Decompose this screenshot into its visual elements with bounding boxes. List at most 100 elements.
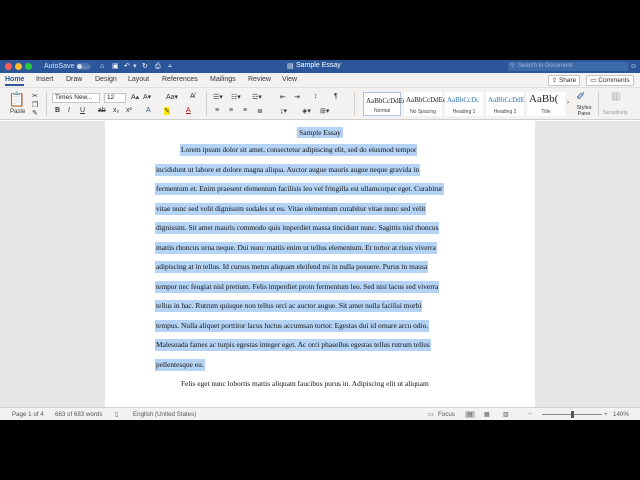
text-line[interactable]: Felis eget nunc lobortis mattis aliquam … — [180, 378, 430, 390]
clipboard-icon[interactable]: 📋 — [8, 91, 25, 108]
tab-mailings[interactable]: Mailings — [210, 76, 236, 83]
undo-icon[interactable]: ↶ — [124, 62, 130, 71]
justify-icon[interactable]: ≣ — [257, 107, 263, 115]
line-spacing-icon[interactable]: ↨▾ — [280, 107, 287, 115]
align-center-icon[interactable]: ≡ — [229, 107, 233, 114]
style-heading-1[interactable]: AaBbCcDc Heading 1 — [445, 92, 483, 116]
format-painter-icon[interactable]: ✎ — [32, 109, 38, 117]
text-line[interactable]: incididunt ut labore et dolore magna ali… — [155, 163, 421, 176]
numbering-icon[interactable]: ☷▾ — [231, 93, 241, 101]
search-input[interactable]: ⚲ Search in Document — [508, 62, 628, 71]
strikethrough-icon[interactable]: ab — [98, 107, 106, 114]
tab-references[interactable]: References — [162, 76, 198, 83]
text-line[interactable]: mattis rhoncus urna neque. Dui nunc matt… — [155, 241, 437, 254]
sensitivity-label[interactable]: Sensitivity — [603, 110, 628, 116]
text-line[interactable]: adipiscing at in tellus. Id cursus metus… — [155, 261, 429, 273]
document-page[interactable]: Sample Essay Lorem ipsum dolor sit amet,… — [105, 121, 535, 407]
zoom-slider-thumb[interactable] — [571, 411, 574, 418]
customize-toolbar-icon[interactable]: ⩡ — [168, 62, 172, 71]
zoom-out-icon[interactable]: − — [528, 411, 532, 418]
style-sample: AaBbCcDdE — [488, 96, 525, 104]
clear-formatting-icon[interactable]: A̸ — [190, 93, 195, 100]
sort-icon[interactable]: ↕ — [314, 93, 318, 100]
text-line[interactable]: dignissim. Sit amet mauris commodo quis … — [155, 222, 440, 234]
change-case-icon[interactable]: Aa▾ — [166, 93, 178, 101]
italic-icon[interactable]: I — [68, 107, 70, 114]
sensitivity-icon[interactable]: ▥ — [611, 91, 620, 102]
borders-icon[interactable]: ⊞▾ — [320, 107, 329, 115]
decrease-indent-icon[interactable]: ⇤ — [280, 93, 286, 101]
text-effects-icon[interactable]: A — [146, 107, 151, 114]
share-button[interactable]: ⇪ Share — [548, 75, 580, 86]
tab-home[interactable]: Home — [5, 76, 25, 86]
style-name: Title — [541, 109, 551, 115]
bullets-icon[interactable]: ☰▾ — [213, 93, 223, 101]
word-count[interactable]: 683 of 683 words — [55, 411, 102, 418]
save-icon[interactable]: ▣ — [112, 62, 119, 71]
align-left-icon[interactable]: ≡ — [215, 107, 219, 114]
title-bar: AutoSave OFF ⌂ ▣ ↶ ▾ ↻ ⎙ ⩡ ▤ Sample Essa… — [0, 60, 640, 73]
comments-button[interactable]: ▭ Comments — [586, 75, 634, 86]
style-normal[interactable]: AaBbCcDdEe Normal — [363, 92, 406, 116]
focus-icon[interactable]: ▭ — [428, 411, 434, 418]
style-heading-2[interactable]: AaBbCcDdE Heading 2 — [486, 92, 525, 116]
paste-label[interactable]: Paste — [10, 109, 25, 115]
text-line[interactable]: vitae nunc sed velit dignissim sodales u… — [155, 202, 427, 215]
font-size-select[interactable]: 12 — [104, 93, 126, 103]
shrink-font-icon[interactable]: A▾ — [143, 93, 151, 101]
tab-layout[interactable]: Layout — [128, 76, 149, 83]
document-area[interactable]: Sample Essay Lorem ipsum dolor sit amet,… — [0, 121, 640, 407]
increase-indent-icon[interactable]: ⇥ — [294, 93, 300, 101]
text-line[interactable]: tempus. Nulla aliquet porttitor lacus lu… — [155, 319, 430, 332]
zoom-in-icon[interactable]: + — [604, 411, 608, 418]
page-count[interactable]: Page 1 of 4 — [12, 411, 44, 418]
text-line[interactable]: tellus in hac. Rutrum quisque non tellus… — [155, 300, 423, 312]
print-icon[interactable]: ⎙ — [155, 62, 161, 71]
account-icon[interactable]: ☺ — [630, 62, 637, 71]
minimize-window-icon[interactable] — [15, 63, 22, 70]
bold-icon[interactable]: B — [55, 107, 60, 114]
read-mode-icon[interactable]: ▥ — [503, 411, 509, 418]
paragraph-marks-icon[interactable]: ¶ — [334, 93, 338, 100]
undo-dropdown-icon[interactable]: ▾ — [133, 62, 137, 71]
style-title[interactable]: AaBb( Title — [527, 92, 565, 116]
tab-review[interactable]: Review — [248, 76, 271, 83]
underline-icon[interactable]: U — [80, 107, 85, 114]
language-status[interactable]: English (United States) — [133, 411, 196, 418]
web-layout-icon[interactable]: ▦ — [484, 411, 490, 418]
styles-pane-label[interactable]: Styles Pane — [573, 105, 595, 117]
multilevel-list-icon[interactable]: ☲▾ — [252, 93, 262, 101]
text-line[interactable]: Lorem ipsum dolor sit amet, consectetur … — [180, 144, 418, 156]
highlight-icon[interactable]: ✎ — [164, 107, 170, 115]
text-line[interactable]: tempor nec feugiat nisl pretium. Felis i… — [155, 280, 440, 293]
essay-title[interactable]: Sample Essay — [105, 127, 535, 138]
proofing-icon[interactable]: ▯ — [115, 411, 118, 418]
copy-icon[interactable]: ❐ — [32, 101, 38, 109]
shading-icon[interactable]: ◈▾ — [302, 107, 311, 115]
subscript-icon[interactable]: x₂ — [113, 107, 119, 114]
align-right-icon[interactable]: ≡ — [243, 107, 247, 114]
home-icon[interactable]: ⌂ — [100, 62, 104, 71]
text-line[interactable]: fermentum et. Enim praesent elementum fa… — [155, 183, 444, 195]
style-no-spacing[interactable]: AaBbCcDdEe No Spacing — [404, 92, 446, 116]
focus-label[interactable]: Focus — [438, 411, 455, 418]
tab-design[interactable]: Design — [95, 76, 117, 83]
tab-view[interactable]: View — [282, 76, 297, 83]
styles-pane-icon[interactable]: ✐ — [576, 90, 585, 103]
print-layout-icon[interactable]: ▤ — [465, 411, 475, 418]
text-line[interactable]: pellentesque eu. — [155, 358, 205, 371]
redo-icon[interactable]: ↻ — [142, 62, 148, 71]
cut-icon[interactable]: ✂ — [32, 92, 38, 100]
zoom-level[interactable]: 140% — [613, 411, 629, 418]
tab-draw[interactable]: Draw — [66, 76, 82, 83]
font-name-select[interactable]: Times New... — [52, 93, 100, 103]
superscript-icon[interactable]: x² — [126, 107, 132, 114]
styles-gallery-more-icon[interactable]: › — [567, 100, 569, 106]
text-line[interactable]: Malesuada fames ac turpis egestas intege… — [155, 339, 431, 351]
comments-label: Comments — [598, 77, 630, 84]
tab-insert[interactable]: Insert — [36, 76, 54, 83]
fullscreen-window-icon[interactable] — [25, 63, 32, 70]
close-window-icon[interactable] — [5, 63, 12, 70]
font-color-icon[interactable]: A — [186, 107, 191, 114]
grow-font-icon[interactable]: A▴ — [131, 93, 139, 101]
